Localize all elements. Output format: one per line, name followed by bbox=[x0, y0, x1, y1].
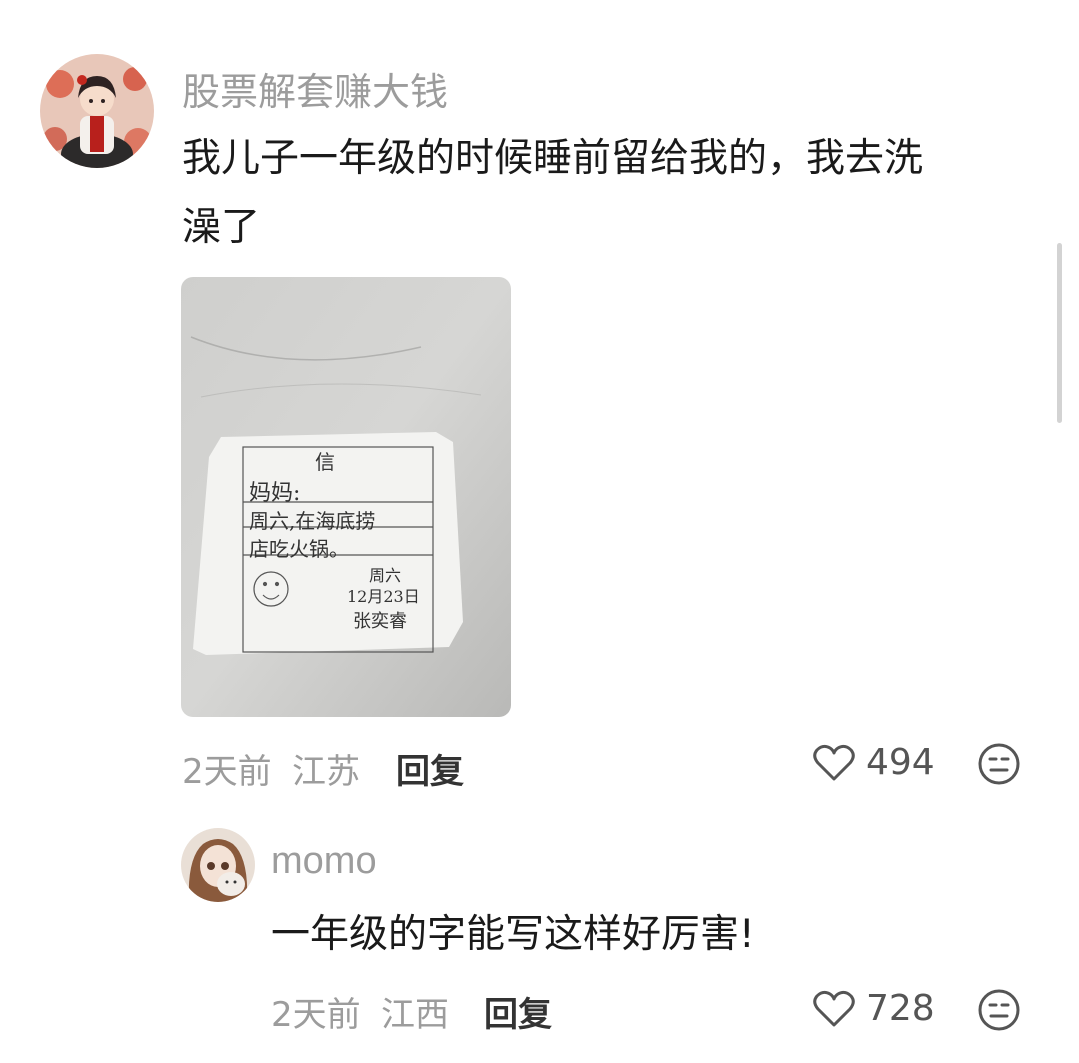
comment-text: 一年级的字能写这样好厉害! bbox=[271, 912, 755, 957]
dislike-button[interactable] bbox=[977, 742, 1021, 786]
note-line: 店吃火锅。 bbox=[249, 537, 349, 561]
scrollbar[interactable] bbox=[1057, 243, 1062, 423]
comment-photo[interactable]: 信 妈妈: 周六,在海底捞 店吃火锅。 周六 12月23日 张奕睿 bbox=[181, 277, 511, 717]
comment-text-line: 澡了 bbox=[182, 205, 261, 250]
comment-location: 江苏 bbox=[292, 752, 360, 792]
note-line: 妈妈: bbox=[249, 481, 301, 506]
note-title: 信 bbox=[315, 450, 335, 474]
handwritten-note-image bbox=[181, 277, 511, 717]
note-signature: 张奕睿 bbox=[353, 611, 407, 632]
like-button[interactable]: 494 bbox=[812, 742, 935, 783]
comment-text-line: 我儿子一年级的时候睡前留给我的，我去洗 bbox=[182, 136, 924, 181]
comment-username[interactable]: 股票解套赚大钱 bbox=[182, 61, 448, 116]
note-line: 周六,在海底捞 bbox=[249, 509, 376, 533]
heart-outline-icon bbox=[813, 990, 855, 1026]
comment-username[interactable]: momo bbox=[271, 840, 377, 883]
comment-time: 2天前 bbox=[271, 995, 361, 1035]
like-button[interactable]: 728 bbox=[812, 988, 935, 1029]
avatar[interactable] bbox=[40, 54, 154, 168]
comment-time: 2天前 bbox=[182, 752, 272, 792]
reply-button[interactable]: 回复 bbox=[396, 744, 464, 793]
meh-face-icon bbox=[978, 989, 1020, 1031]
comment-location: 江西 bbox=[381, 995, 449, 1035]
heart-outline-icon bbox=[813, 744, 855, 780]
dislike-button[interactable] bbox=[977, 988, 1021, 1032]
note-date: 12月23日 bbox=[347, 587, 420, 606]
meh-face-icon bbox=[978, 743, 1020, 785]
avatar[interactable] bbox=[181, 828, 255, 902]
like-count: 728 bbox=[866, 988, 935, 1029]
like-count: 494 bbox=[866, 742, 935, 783]
reply-button[interactable]: 回复 bbox=[484, 987, 552, 1036]
